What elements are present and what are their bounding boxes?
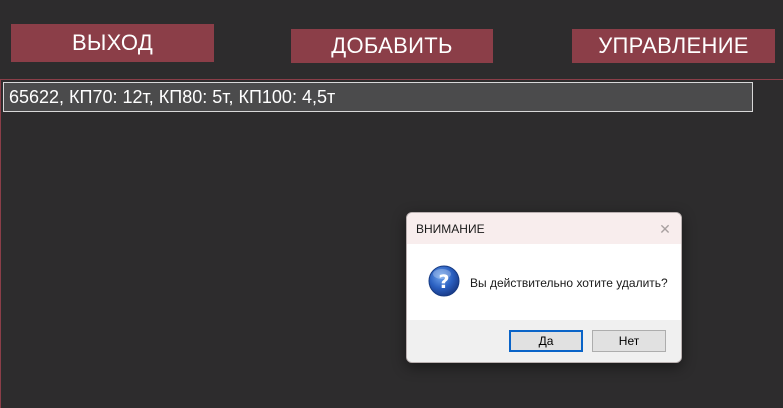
dialog-message: Вы действительно хотите удалить? xyxy=(470,276,668,290)
manage-button[interactable]: УПРАВЛЕНИЕ xyxy=(572,29,775,63)
exit-button[interactable]: ВЫХОД xyxy=(11,24,214,62)
list-item[interactable]: 65622, КП70: 12т, КП80: 5т, КП100: 4,5т xyxy=(3,82,753,112)
dialog-footer: Да Нет xyxy=(407,320,681,362)
no-button-label: Нет xyxy=(618,334,640,348)
yes-button[interactable]: Да xyxy=(509,330,583,352)
add-button-label: ДОБАВИТЬ xyxy=(331,33,453,58)
no-button[interactable]: Нет xyxy=(592,330,666,352)
close-icon[interactable]: ✕ xyxy=(655,219,675,239)
yes-button-label: Да xyxy=(538,334,554,348)
svg-text:?: ? xyxy=(438,271,449,293)
exit-button-label: ВЫХОД xyxy=(71,30,154,55)
dialog-title: ВНИМАНИЕ xyxy=(416,222,485,236)
confirm-dialog: ВНИМАНИЕ ✕ ? Вы действительно хотите уда… xyxy=(406,212,682,363)
manage-button-label: УПРАВЛЕНИЕ xyxy=(598,33,749,58)
question-icon: ? xyxy=(428,265,460,297)
dialog-titlebar: ВНИМАНИЕ ✕ xyxy=(407,213,681,244)
add-button[interactable]: ДОБАВИТЬ xyxy=(291,29,493,63)
